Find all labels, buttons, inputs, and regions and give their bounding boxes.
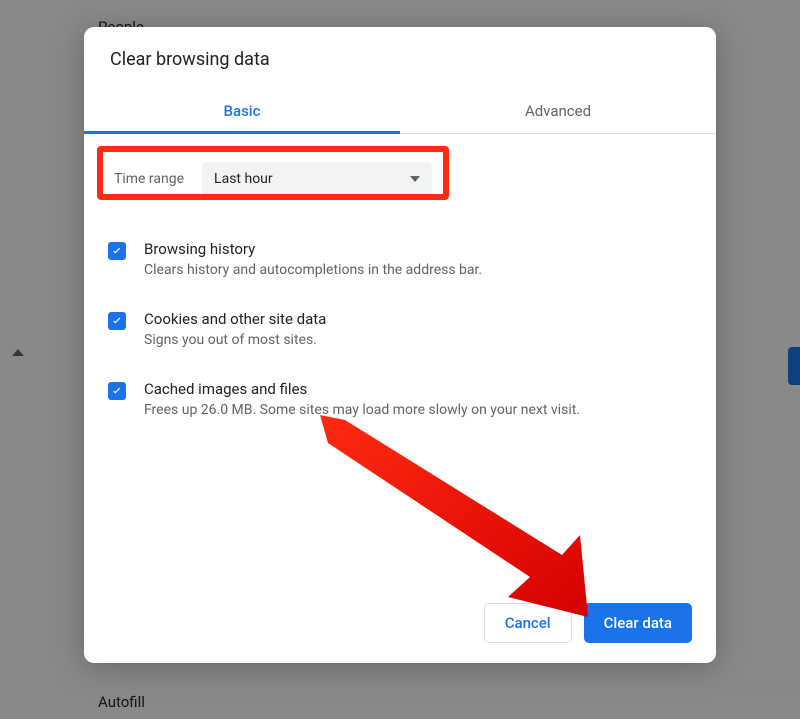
option-text: Cookies and other site data Signs you ou… [144,310,326,350]
time-range-select[interactable]: Last hour [202,162,432,196]
tab-basic[interactable]: Basic [84,88,400,133]
option-text: Browsing history Clears history and auto… [144,240,482,280]
option-cookies: Cookies and other site data Signs you ou… [108,300,692,370]
checkbox-cache[interactable] [108,382,126,400]
option-desc: Frees up 26.0 MB. Some sites may load mo… [144,401,580,420]
option-cache: Cached images and files Frees up 26.0 MB… [108,370,692,440]
option-desc: Clears history and autocompletions in th… [144,261,482,280]
clear-data-button[interactable]: Clear data [584,603,692,643]
option-title: Cached images and files [144,380,580,398]
tabs: Basic Advanced [84,88,716,134]
watermark: wsxdn.com [738,682,794,695]
clear-browsing-data-dialog: Clear browsing data Basic Advanced Time … [84,27,716,663]
check-icon [110,244,124,258]
option-title: Cookies and other site data [144,310,326,328]
dialog-body: Time range Last hour Browsing history Cl… [84,134,716,585]
dialog-title: Clear browsing data [84,27,716,88]
dialog-footer: Cancel Clear data [84,585,716,663]
check-icon [110,314,124,328]
check-icon [110,384,124,398]
option-desc: Signs you out of most sites. [144,331,326,350]
cancel-button[interactable]: Cancel [484,603,572,643]
options-list: Browsing history Clears history and auto… [108,230,692,440]
option-title: Browsing history [144,240,482,258]
checkbox-cookies[interactable] [108,312,126,330]
time-range-row: Time range Last hour [108,154,692,204]
checkbox-browsing-history[interactable] [108,242,126,260]
chevron-down-icon [410,176,420,182]
option-text: Cached images and files Frees up 26.0 MB… [144,380,580,420]
option-browsing-history: Browsing history Clears history and auto… [108,230,692,300]
time-range-label: Time range [114,171,184,187]
time-range-value: Last hour [214,171,273,187]
tab-advanced[interactable]: Advanced [400,88,716,133]
